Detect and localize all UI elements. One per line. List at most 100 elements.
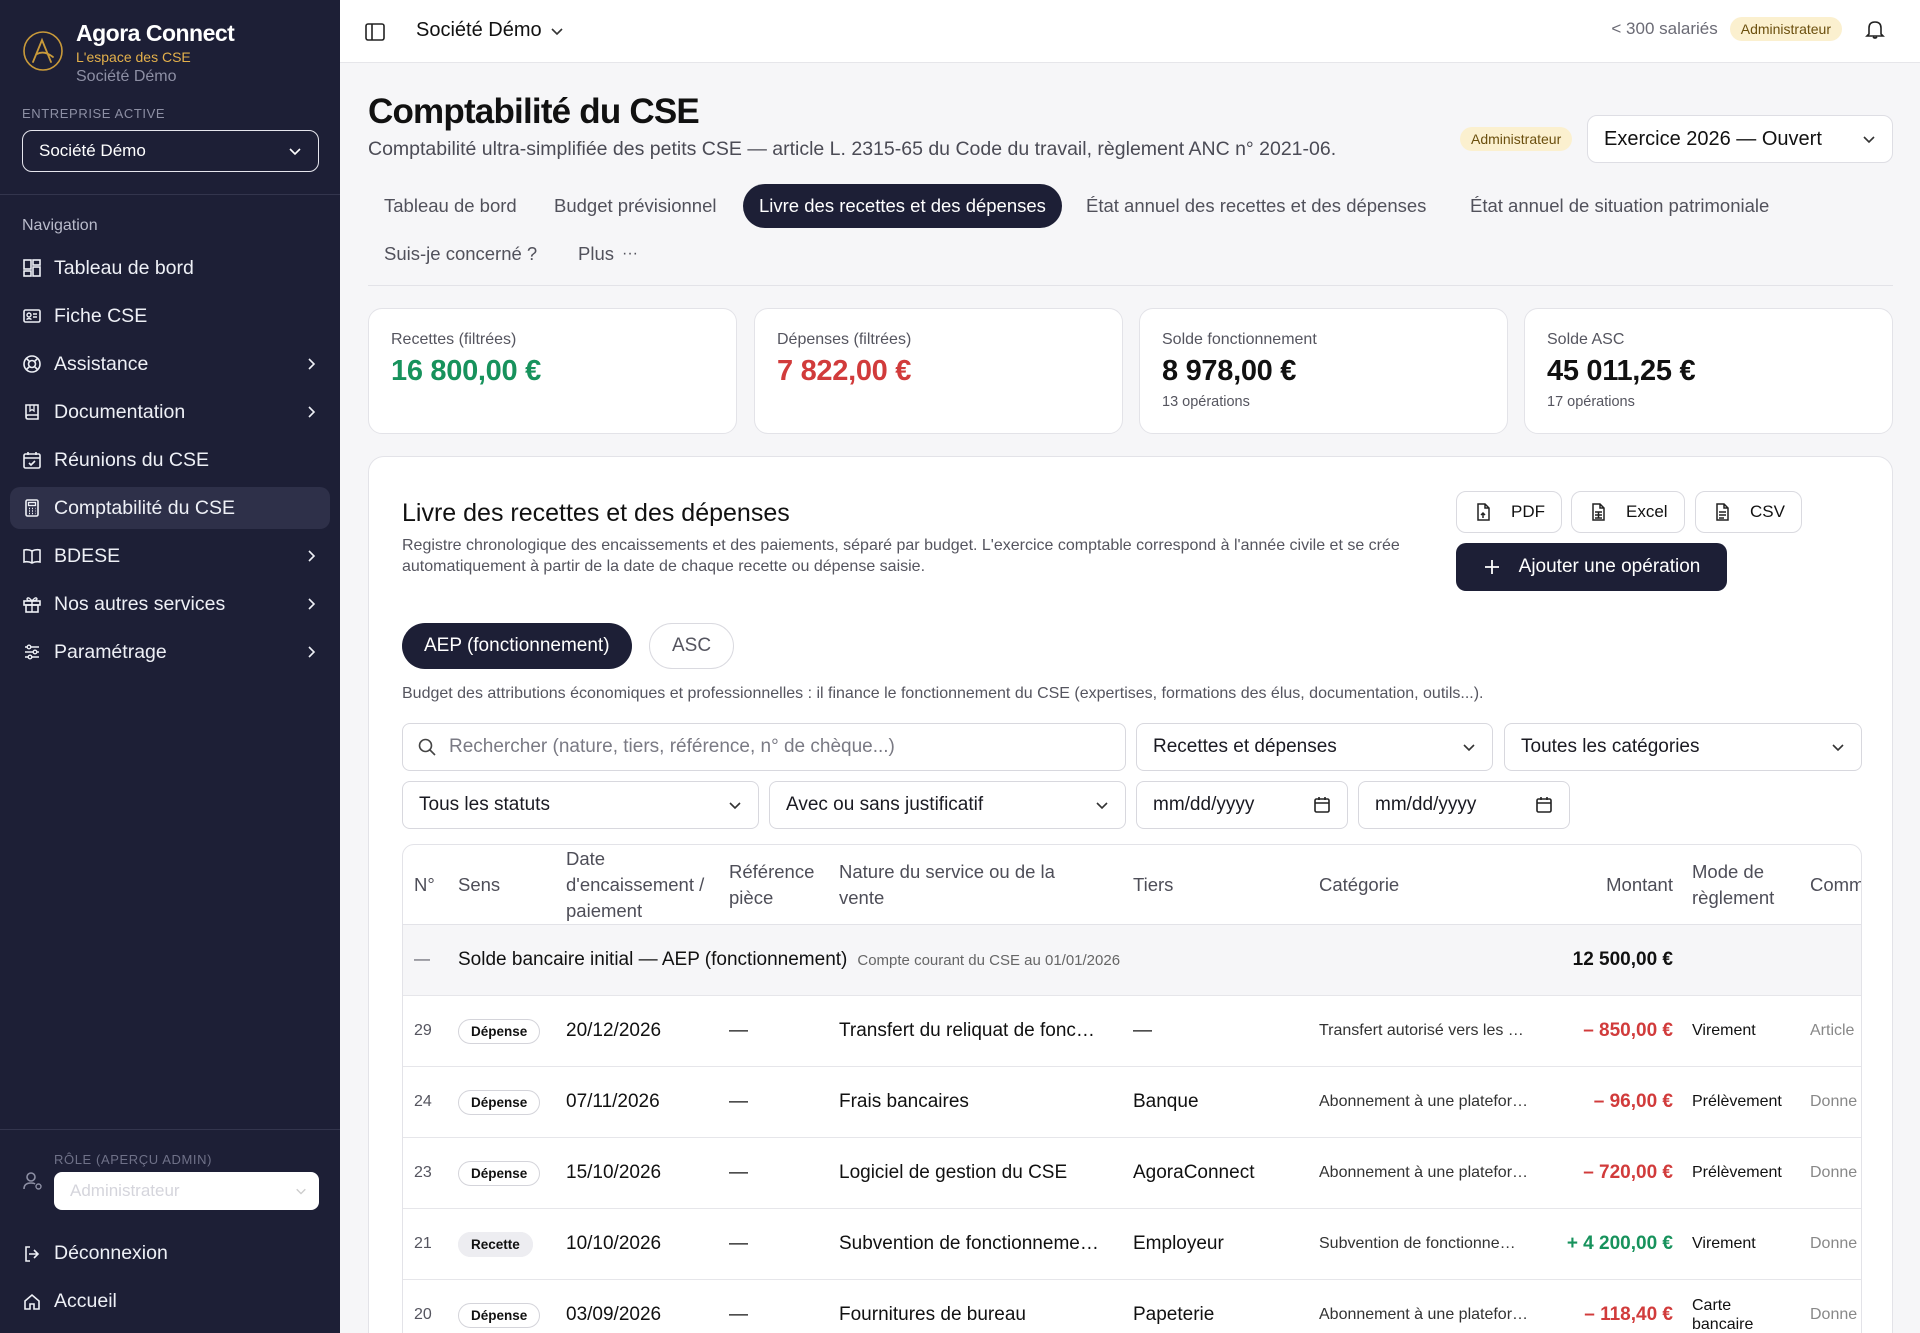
col-sens: Sens <box>458 873 501 895</box>
col-montant: Montant <box>1606 873 1673 895</box>
stat-value: 16 800,00 € <box>391 355 541 387</box>
initial-label: Solde bancaire initial — AEP (fonctionne… <box>458 949 848 970</box>
logout-button[interactable]: Déconnexion <box>22 1242 168 1265</box>
sens-badge: Dépense <box>458 1303 541 1328</box>
sidebar-item-parametrage[interactable]: Paramétrage <box>10 631 330 673</box>
tab-etat-annuel-de-situation-patrimoniale[interactable]: État annuel de situation patrimoniale <box>1454 184 1785 228</box>
date-to-input[interactable]: mm/dd/yyyy <box>1358 781 1570 829</box>
sidebar-item-label: Comptabilité du CSE <box>54 496 236 519</box>
table-row[interactable]: 21 Recette 10/10/2026 — Subvention de foncti… <box>403 1209 1861 1280</box>
row-ref: — <box>729 1020 748 1041</box>
budget-tab-asc[interactable]: ASC <box>649 623 735 669</box>
brand[interactable]: Agora Connect L'espace des CSE Société D… <box>0 0 340 88</box>
sidebar-item-assistance[interactable]: Assistance <box>10 343 330 385</box>
search-input[interactable]: Rechercher (nature, tiers, référence, n°… <box>402 723 1126 771</box>
col-num: N° <box>414 873 435 895</box>
file-text-icon <box>1716 503 1729 521</box>
col-date: Date d'encaissement / paiement <box>566 847 705 921</box>
calendar-icon <box>1536 797 1552 813</box>
tab-livre-des-recettes-et-des-depenses[interactable]: Livre des recettes et des dépenses <box>743 184 1062 228</box>
sidebar-item-tableau-de-bord[interactable]: Tableau de bord <box>10 247 330 289</box>
calendar-icon <box>1314 797 1330 813</box>
table-row[interactable]: 20 Dépense 03/09/2026 — Fournitures de burea… <box>403 1280 1861 1333</box>
export-pdf-label: PDF <box>1511 502 1545 521</box>
bell-icon[interactable] <box>1864 18 1886 40</box>
status-filter-value: Tous les statuts <box>419 794 550 815</box>
row-ref: — <box>729 1162 748 1183</box>
row-date: 07/11/2026 <box>566 1091 660 1112</box>
sens-badge: Dépense <box>458 1019 541 1044</box>
export-csv-button[interactable]: CSV <box>1695 491 1802 533</box>
company-name: Société Démo <box>416 19 542 41</box>
row-mode: Prélèvement <box>1692 1164 1782 1181</box>
sidebar-item-bdese[interactable]: BDESE <box>10 535 330 577</box>
stat-value: 7 822,00 € <box>777 355 912 387</box>
tab-budget-previsionnel[interactable]: Budget prévisionnel <box>538 184 733 228</box>
calculator-icon <box>25 499 39 517</box>
col-comment: Comm <box>1810 873 1862 895</box>
table-row[interactable]: 23 Dépense 15/10/2026 — Logiciel de gestion … <box>403 1138 1861 1209</box>
brand-tagline: L'espace des CSE <box>76 49 191 65</box>
tab-suis-je-concerne[interactable]: Suis-je concerné ? <box>368 232 553 276</box>
agora-logo-icon <box>23 31 63 71</box>
sidebar-item-nos-autres-services[interactable]: Nos autres services <box>10 583 330 625</box>
stat-label: Solde ASC <box>1547 331 1625 348</box>
row-ref: — <box>729 1304 748 1325</box>
sidebar-item-comptabilite-du-cse[interactable]: Comptabilité du CSE <box>10 487 330 529</box>
chevron-down-icon <box>296 1188 306 1195</box>
entreprise-label: ENTREPRISE ACTIVE <box>22 106 166 121</box>
row-categorie: Abonnement à une platefor… <box>1319 1306 1529 1323</box>
row-montant: + 4 200,00 € <box>1566 1233 1673 1254</box>
add-operation-button[interactable]: Ajouter une opération <box>1456 543 1727 591</box>
col-nature: Nature du service ou de la vente <box>839 860 1055 908</box>
row-categorie: Abonnement à une platefor… <box>1319 1093 1529 1110</box>
row-mode: Prélèvement <box>1692 1093 1782 1110</box>
search-icon <box>418 738 436 756</box>
tab-label: Plus <box>578 243 614 264</box>
table-row[interactable]: 29 Dépense 20/12/2026 — Transfert du reliqua… <box>403 996 1861 1067</box>
chevron-right-icon <box>308 550 316 562</box>
page-title: Comptabilité du CSE <box>368 92 700 131</box>
tab-tableau-de-bord[interactable]: Tableau de bord <box>368 184 533 228</box>
budget-tab-aep[interactable]: AEP (fonctionnement) <box>402 623 632 669</box>
export-excel-button[interactable]: Excel <box>1571 491 1685 533</box>
user-cog-icon <box>23 1172 42 1190</box>
category-filter-select[interactable]: Toutes les catégories <box>1504 723 1862 771</box>
row-comment: Donne <box>1810 1093 1858 1110</box>
sidebar-item-reunions-du-cse[interactable]: Réunions du CSE <box>10 439 330 481</box>
sens-badge: Dépense <box>458 1090 541 1115</box>
row-num: 21 <box>414 1235 432 1252</box>
exercice-value: Exercice 2026 — Ouvert <box>1604 127 1822 150</box>
row-tiers: Employeur <box>1133 1233 1224 1254</box>
sidebar-toggle-icon[interactable] <box>364 21 386 43</box>
row-comment: Donne <box>1810 1235 1858 1252</box>
sidebar-item-label: Paramétrage <box>54 640 167 663</box>
justif-filter-select[interactable]: Avec ou sans justificatif <box>769 781 1126 829</box>
budget-description: Budget des attributions économiques et p… <box>402 685 1484 702</box>
type-filter-select[interactable]: Recettes et dépenses <box>1136 723 1493 771</box>
sens-badge: Recette <box>458 1232 533 1257</box>
company-switcher[interactable]: Société Démo <box>416 19 564 42</box>
table-header: N° Sens Date d'encaissement / paiement R… <box>403 845 1861 925</box>
row-date: 10/10/2026 <box>566 1233 662 1254</box>
sidebar-item-documentation[interactable]: Documentation <box>10 391 330 433</box>
entreprise-select[interactable]: Société Démo <box>22 130 319 172</box>
tab-label: Budget prévisionnel <box>554 195 717 216</box>
sidebar-nav: Tableau de bord Fiche CSE Assistance Docume… <box>10 247 330 679</box>
tab-plus[interactable]: Plus ··· <box>562 232 654 276</box>
search-placeholder: Rechercher (nature, tiers, référence, n°… <box>449 736 895 757</box>
home-button[interactable]: Accueil <box>22 1290 117 1313</box>
sidebar-item-fiche-cse[interactable]: Fiche CSE <box>10 295 330 337</box>
table-row[interactable]: 24 Dépense 07/11/2026 — Frais bancaires Banqu… <box>403 1067 1861 1138</box>
initial-num: — <box>414 951 430 968</box>
status-filter-select[interactable]: Tous les statuts <box>402 781 759 829</box>
role-select[interactable]: Administrateur <box>54 1172 319 1210</box>
exercice-select[interactable]: Exercice 2026 — Ouvert <box>1587 115 1893 163</box>
row-num: 23 <box>414 1164 432 1181</box>
date-from-input[interactable]: mm/dd/yyyy <box>1136 781 1348 829</box>
stat-sub: 13 opérations <box>1162 394 1250 410</box>
export-pdf-button[interactable]: PDF <box>1456 491 1562 533</box>
tab-etat-annuel-des-recettes-et-des-depenses[interactable]: État annuel des recettes et des dépenses <box>1070 184 1442 228</box>
stat-value: 45 011,25 € <box>1547 355 1696 387</box>
row-nature: Logiciel de gestion du CSE <box>839 1162 1068 1183</box>
